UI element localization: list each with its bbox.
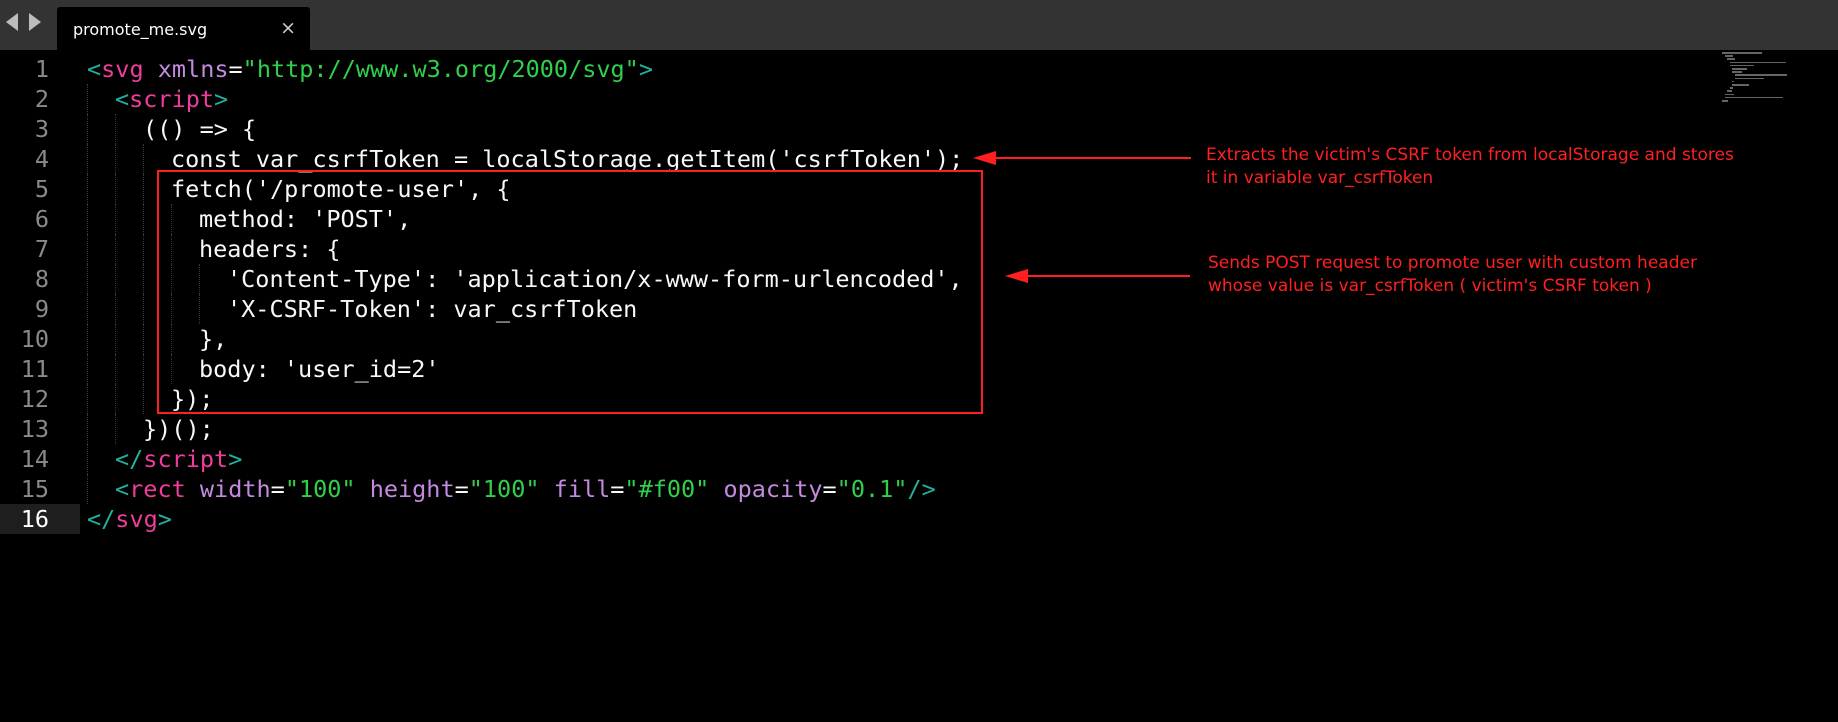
annotation-arrows <box>973 151 1191 283</box>
arrow-head-1 <box>973 151 996 165</box>
arrow-head-2 <box>1005 269 1028 283</box>
